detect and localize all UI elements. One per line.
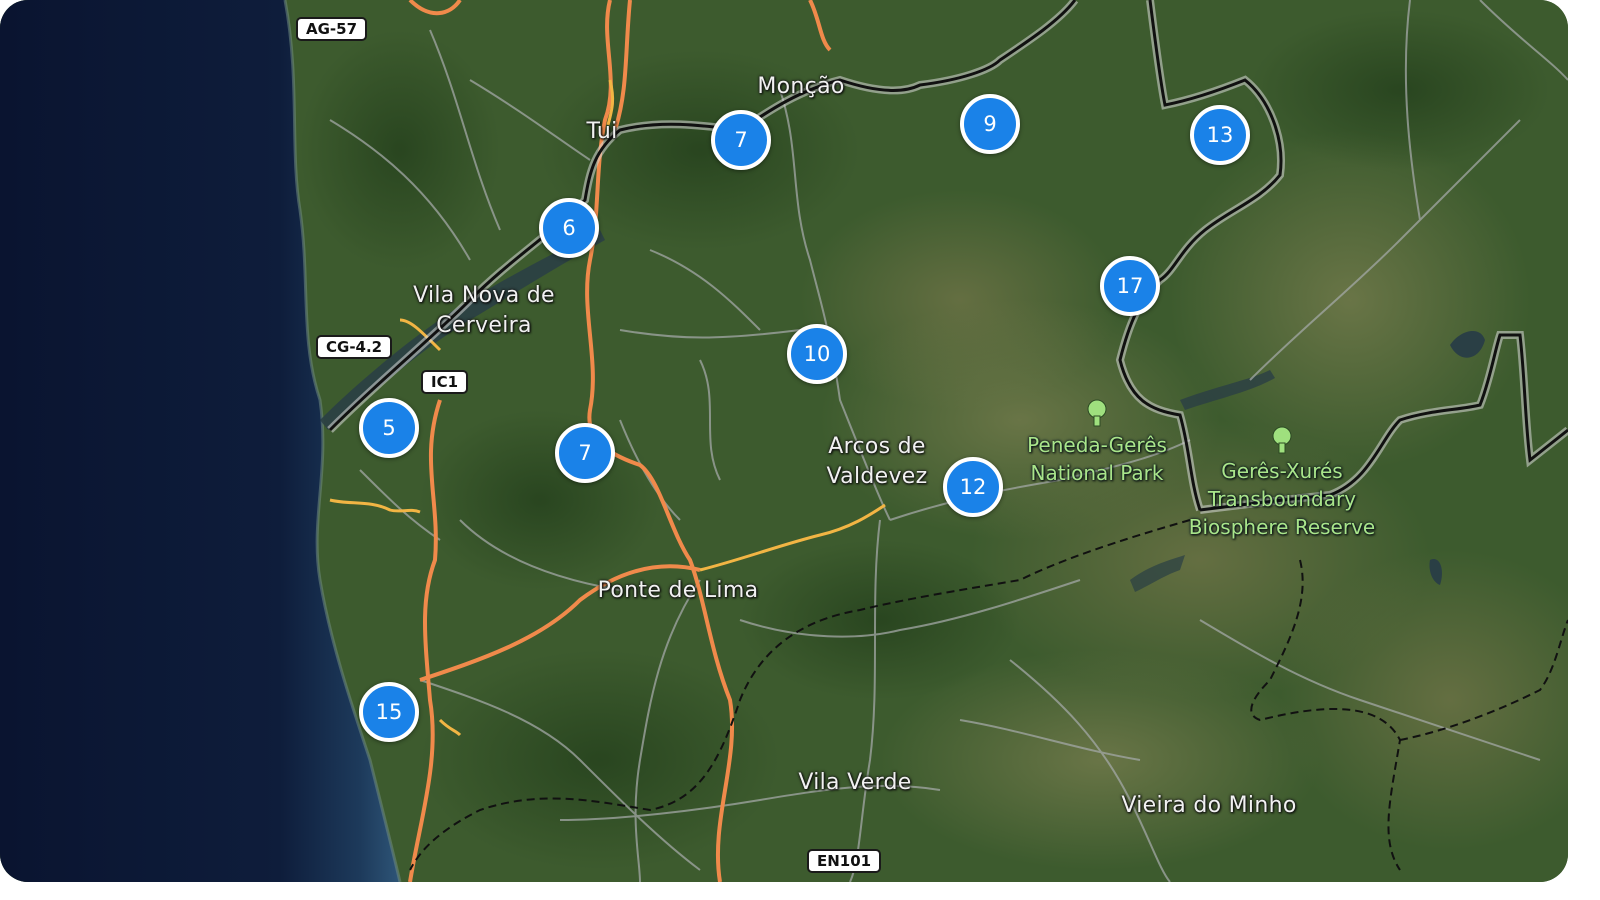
road-shield-ag-57: AG-57 xyxy=(296,17,368,41)
road-shield-ic1: IC1 xyxy=(421,370,469,394)
place-label-vila-nova-de-cerveira: Vila Nova de Cerveira xyxy=(413,283,555,338)
cluster-marker[interactable]: 5 xyxy=(359,398,419,458)
cluster-marker[interactable]: 17 xyxy=(1100,256,1160,316)
cluster-marker[interactable]: 7 xyxy=(555,423,615,483)
place-label-vieira-do-minho: Vieira do Minho xyxy=(1121,793,1297,818)
place-label-vila-verde: Vila Verde xyxy=(798,770,912,795)
cluster-marker[interactable]: 9 xyxy=(960,94,1020,154)
cluster-marker[interactable]: 6 xyxy=(539,198,599,258)
cluster-marker[interactable]: 15 xyxy=(359,682,419,742)
road-shield-en101: EN101 xyxy=(807,849,882,873)
place-label-monca: Monção xyxy=(757,74,845,99)
place-label-ponte-de-lima: Ponte de Lima xyxy=(597,578,759,603)
cluster-marker[interactable]: 7 xyxy=(711,110,771,170)
cluster-marker[interactable]: 13 xyxy=(1190,105,1250,165)
satellite-basemap xyxy=(0,0,1568,882)
cluster-marker[interactable]: 12 xyxy=(943,457,1003,517)
poi-label-geres-xures: Gerês-Xurés Transboundary Biosphere Rese… xyxy=(1188,459,1376,539)
poi-label-peneda-geres: Peneda-Gerês National Park xyxy=(1027,433,1167,485)
road-shield-cg-4-2: CG-4.2 xyxy=(316,335,393,359)
map-viewport[interactable]: AG-57 CG-4.2 IC1 EN101 Monção Tui Vila N… xyxy=(0,0,1568,882)
place-label-arcos-de-valdevez: Arcos de Valdevez xyxy=(826,434,928,489)
cluster-marker[interactable]: 10 xyxy=(787,324,847,384)
place-label-tui: Tui xyxy=(586,119,618,144)
